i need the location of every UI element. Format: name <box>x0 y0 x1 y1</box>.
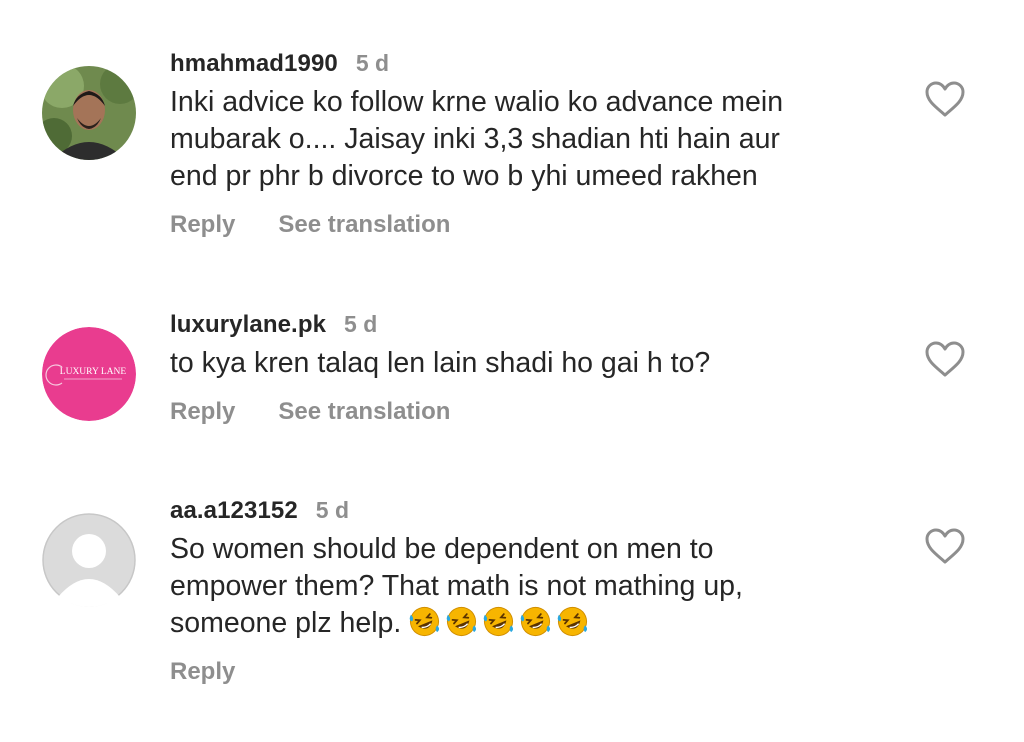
timestamp: 5 d <box>315 497 350 523</box>
username-link[interactable]: hmahmad1990 <box>170 50 338 78</box>
brand-avatar[interactable]: LUXURY LANE <box>42 327 136 421</box>
comment-meta: aa.a123152 5 d <box>170 497 890 529</box>
comment-text: Inki advice ko follow krne walio ko adva… <box>170 86 784 192</box>
comment-meta: luxurylane.pk 5 d <box>170 311 890 343</box>
default-avatar[interactable] <box>42 513 136 607</box>
comment-text: So women should be dependent on men to e… <box>170 531 890 642</box>
reply-button[interactable]: Reply <box>170 658 235 686</box>
comment-actions: Reply See translation <box>170 211 890 239</box>
laughing-emoji-icon <box>409 606 440 637</box>
heart-icon[interactable] <box>924 527 966 565</box>
laughing-emoji-icon <box>446 606 477 637</box>
comment-body: luxurylane.pk 5 d to kya kren talaq len … <box>170 311 890 426</box>
laughing-emoji-icon <box>483 606 514 637</box>
comment-body: aa.a123152 5 d So women should be depend… <box>170 497 890 686</box>
heart-icon[interactable] <box>924 340 966 378</box>
see-translation-button[interactable]: See translation <box>278 398 450 426</box>
laughing-emoji-icon <box>520 606 551 637</box>
comment-actions: Reply <box>170 658 890 686</box>
comment-body: hmahmad1990 5 d Inki advice ko follow kr… <box>170 50 890 239</box>
brand-logo-text: LUXURY LANE <box>60 367 127 377</box>
username-link[interactable]: luxurylane.pk <box>170 311 326 339</box>
username-link[interactable]: aa.a123152 <box>170 497 298 525</box>
timestamp: 5 d <box>355 50 390 76</box>
comment-actions: Reply See translation <box>170 398 890 426</box>
reply-button[interactable]: Reply <box>170 398 235 426</box>
heart-icon[interactable] <box>924 80 966 118</box>
emoji-group <box>409 606 594 639</box>
see-translation-button[interactable]: See translation <box>278 211 450 239</box>
timestamp: 5 d <box>344 311 378 337</box>
user-avatar[interactable] <box>42 66 136 160</box>
comment-meta: hmahmad1990 5 d <box>170 50 890 82</box>
reply-button[interactable]: Reply <box>170 211 235 239</box>
laughing-emoji-icon <box>557 606 588 637</box>
comment-text: to kya kren talaq len lain shadi ho gai … <box>170 347 711 379</box>
